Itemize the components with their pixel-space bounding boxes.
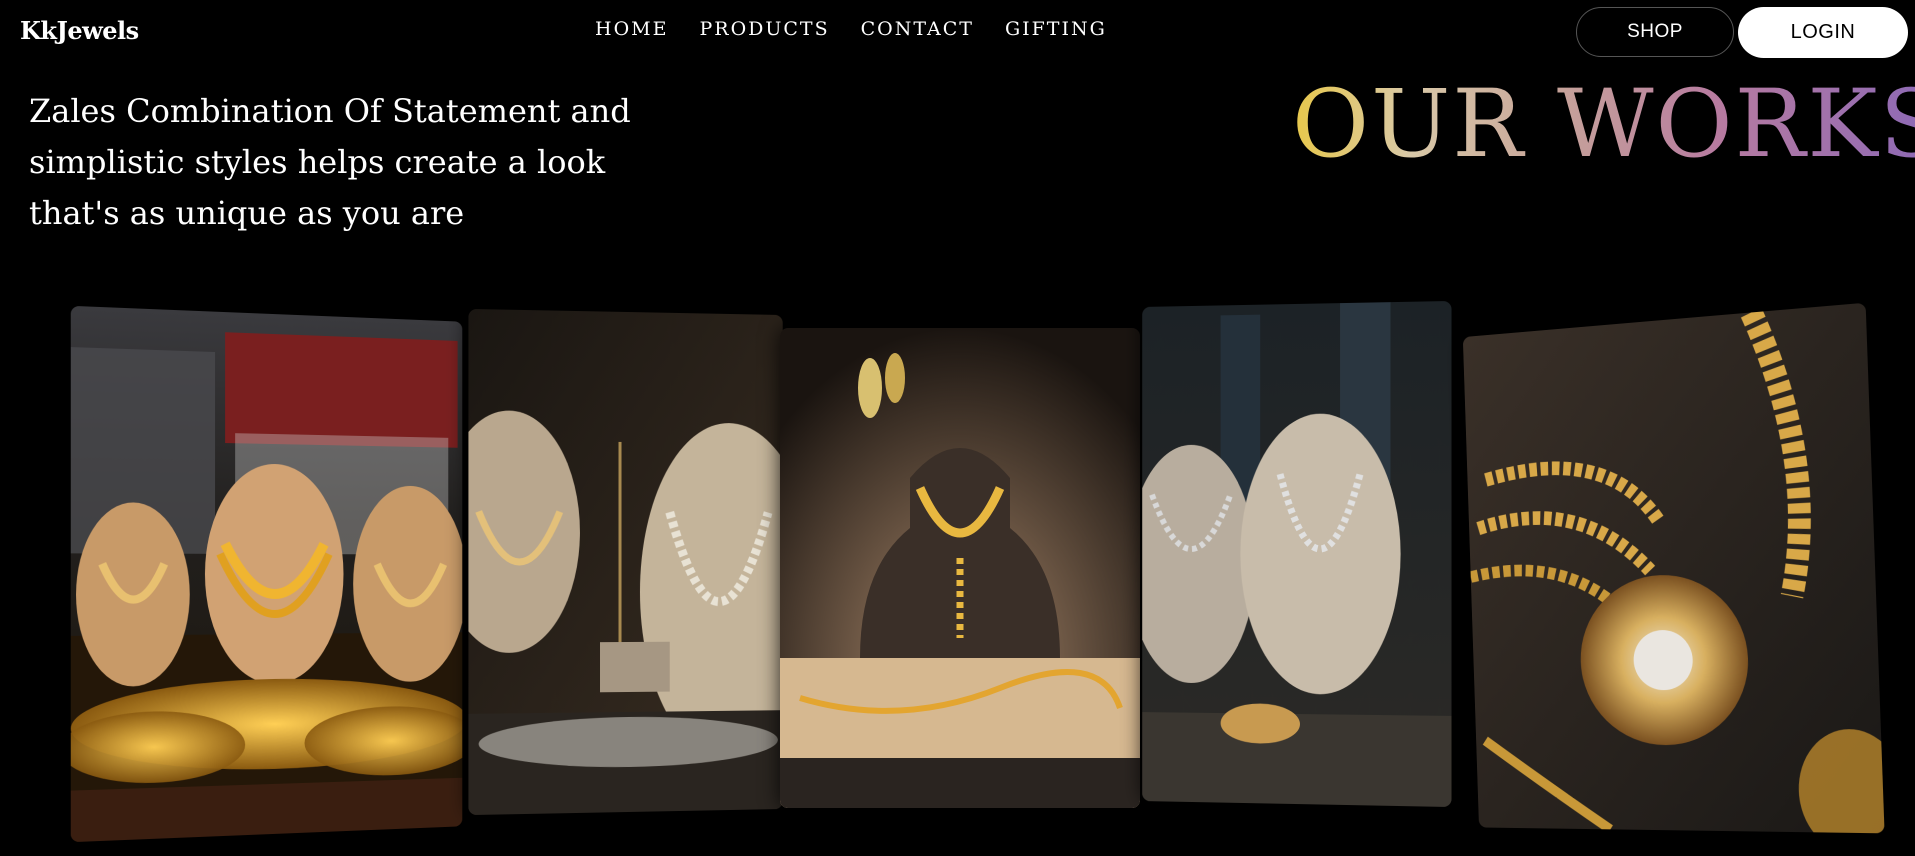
pendant-bust-image[interactable] [780, 328, 1140, 808]
shop-button[interactable]: SHOP [1576, 7, 1734, 57]
nav-home-link[interactable]: HOME [595, 18, 668, 40]
brand-logo[interactable]: KkJewels [20, 16, 139, 45]
hero-title: OUR WORKS [1292, 70, 1915, 180]
gold-necklace-closeup-image[interactable] [1462, 302, 1885, 834]
nav-contact-link[interactable]: CONTACT [861, 18, 974, 40]
hero-tagline: Zales Combination Of Statement and simpl… [29, 92, 631, 232]
nav-products-link[interactable]: PRODUCTS [699, 18, 829, 40]
nav-gifting-link[interactable]: GIFTING [1005, 18, 1107, 40]
necklace-display-image[interactable] [468, 308, 783, 816]
necklace-showcase-image[interactable] [1142, 300, 1452, 808]
navbar: KkJewels HOME PRODUCTS CONTACT GIFTING S… [0, 0, 1915, 64]
image-gallery [70, 300, 1885, 843]
nav-links: HOME PRODUCTS CONTACT GIFTING [595, 18, 1107, 40]
login-button[interactable]: LOGIN [1738, 7, 1908, 58]
jewelry-store-window-image[interactable] [70, 305, 463, 843]
